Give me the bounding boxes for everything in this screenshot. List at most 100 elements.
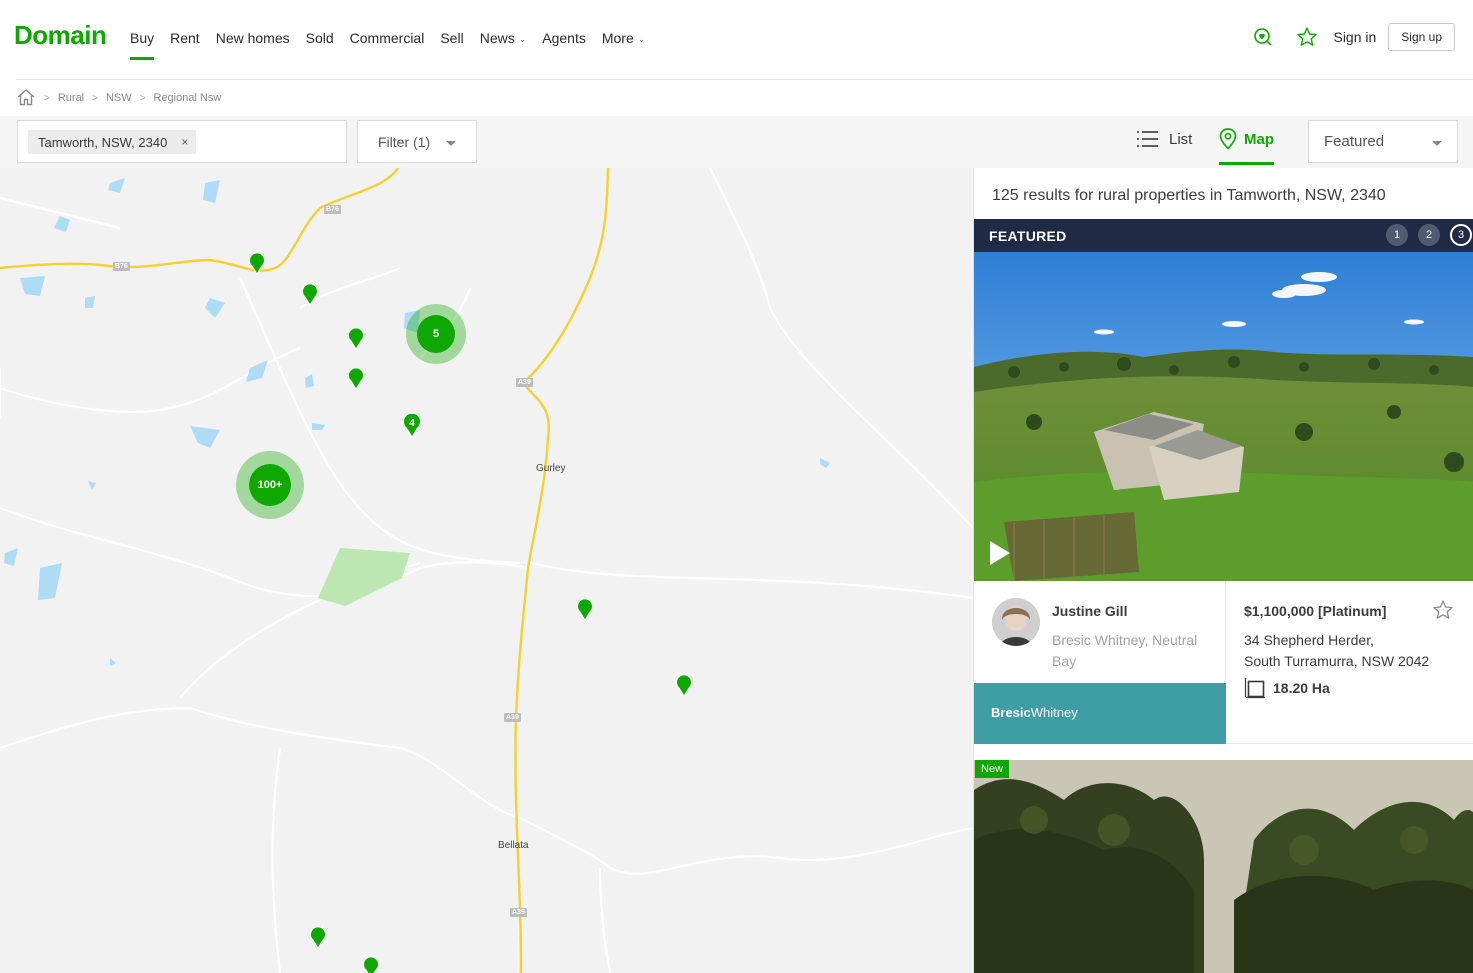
featured-pager: 1 2 3 [1386, 224, 1472, 246]
chevron-right-icon: > [92, 92, 98, 104]
list-label: List [1169, 130, 1193, 148]
map-pin-icon[interactable] [362, 957, 380, 973]
remove-chip-icon[interactable]: × [181, 135, 188, 149]
cluster-count: 5 [417, 315, 455, 353]
land-size-value: 18.20 Ha [1273, 680, 1330, 696]
site-header: Domain Buy Rent New homes Sold Commercia… [0, 0, 1473, 80]
map-view-toggle[interactable]: Map [1219, 128, 1274, 165]
pager-dot-3[interactable]: 3 [1450, 224, 1472, 246]
land-size: 18.20 Ha [1244, 677, 1330, 699]
sign-up-button[interactable]: Sign up [1388, 23, 1455, 51]
road-label: B76 [113, 262, 130, 271]
listing-card[interactable]: Justine Gill Bresic Whitney, Neutral Bay… [974, 581, 1473, 744]
address-line-2: South Turramurra, NSW 2042 [1244, 653, 1430, 669]
map-pin-count[interactable]: 4 [402, 414, 422, 438]
saved-search-icon[interactable] [1241, 22, 1285, 52]
listing-address[interactable]: 34 Shepherd Herder, South Turramurra, NS… [1244, 630, 1464, 672]
map-cluster[interactable]: 100+ [236, 451, 304, 519]
sort-select[interactable]: Featured [1308, 120, 1458, 163]
featured-label: FEATURED [989, 228, 1067, 244]
nav-new-homes[interactable]: New homes [208, 30, 298, 60]
main-nav: Buy Rent New homes Sold Commercial Sell … [130, 30, 653, 60]
header-actions: Sign in Sign up [1241, 22, 1455, 52]
cluster-count: 100+ [249, 464, 291, 506]
breadcrumb-regional-nsw[interactable]: Regional Nsw [154, 92, 222, 104]
nav-buy-label: Buy [130, 30, 155, 46]
breadcrumb-nsw[interactable]: NSW [106, 92, 132, 104]
results-panel: 125 results for rural properties in Tamw… [973, 168, 1473, 973]
listing-photo[interactable] [974, 252, 1473, 581]
sort-value: Featured [1324, 133, 1385, 150]
new-listing-badge: New [975, 760, 1010, 778]
agency-logo-bold: Bresic [991, 705, 1031, 720]
nav-buy[interactable]: Buy [130, 30, 162, 60]
filter-label: Filter (1) [378, 133, 431, 150]
nav-rent-label: Rent [170, 30, 200, 46]
map-canvas [0, 168, 973, 973]
road-label: B76 [324, 205, 341, 214]
map-pin-icon[interactable] [347, 368, 365, 390]
home-icon[interactable] [16, 88, 36, 109]
play-video-icon[interactable] [988, 540, 1012, 566]
map-pin-icon[interactable] [576, 599, 594, 621]
nav-news[interactable]: News ⌄ [472, 30, 535, 60]
chevron-down-icon: ⌄ [518, 34, 527, 44]
location-chip-label: Tamworth, NSW, 2340 [38, 134, 168, 150]
agent-section[interactable]: Justine Gill Bresic Whitney, Neutral Bay… [974, 581, 1226, 744]
breadcrumb-rural[interactable]: Rural [58, 92, 84, 104]
nav-more-label: More [601, 30, 634, 46]
agency-banner[interactable]: BresicWhitney [974, 683, 1226, 744]
map-pin-icon[interactable] [248, 253, 266, 275]
sign-in-link[interactable]: Sign in [1333, 29, 1376, 45]
next-property-photo-image [974, 760, 1473, 973]
nav-sell-label: Sell [440, 30, 464, 46]
nav-rent[interactable]: Rent [162, 30, 208, 60]
nav-commercial-label: Commercial [349, 30, 425, 46]
property-photo-image [974, 252, 1473, 581]
agent-office: Bresic Whitney, Neutral Bay [1052, 632, 1198, 669]
results-count: 125 results for rural properties in Tamw… [992, 187, 1386, 204]
search-toolbar: Tamworth, NSW, 2340 × Filter (1) List Ma… [0, 116, 1473, 168]
pager-dot-2[interactable]: 2 [1418, 224, 1440, 246]
location-search-input[interactable]: Tamworth, NSW, 2340 × [17, 120, 347, 163]
breadcrumb: > Rural > NSW > Regional Nsw [16, 88, 221, 108]
agent-name[interactable]: Justine Gill [1052, 603, 1127, 619]
nav-news-label: News [479, 30, 515, 46]
list-view-toggle[interactable]: List [1137, 130, 1192, 148]
map-pin-icon[interactable] [347, 328, 365, 350]
header-divider [16, 79, 1473, 80]
nav-sold-label: Sold [305, 30, 334, 46]
road-label: A39 [510, 908, 527, 917]
pin-count-label: 4 [409, 418, 415, 429]
map-label: Map [1244, 130, 1274, 148]
next-listing-photo[interactable]: New [974, 760, 1473, 973]
town-label: Gurley [536, 463, 566, 474]
shortlist-star-icon[interactable] [1432, 599, 1454, 626]
nav-commercial[interactable]: Commercial [342, 30, 433, 60]
land-size-icon [1244, 678, 1265, 699]
list-icon [1137, 131, 1158, 147]
nav-sell[interactable]: Sell [432, 30, 471, 60]
shortlist-star-icon[interactable] [1285, 22, 1329, 52]
featured-bar: FEATURED 1 2 3 [974, 219, 1473, 252]
map-pin-icon[interactable] [301, 284, 319, 306]
listing-details[interactable]: $1,100,000 [Platinum] 34 Shepherd Herder… [1226, 581, 1473, 744]
location-chip: Tamworth, NSW, 2340 × [28, 130, 197, 154]
map-pin-icon[interactable] [309, 927, 327, 949]
listing-price: $1,100,000 [Platinum] [1244, 603, 1387, 619]
map-cluster[interactable]: 5 [406, 304, 466, 364]
chevron-right-icon: > [139, 92, 146, 104]
results-map[interactable]: B76 B76 A39 A39 A39 Gurley Bellata 4 5 1… [0, 168, 973, 973]
nav-more[interactable]: More ⌄ [594, 30, 653, 60]
agent-avatar [992, 598, 1040, 646]
filter-button[interactable]: Filter (1) [357, 120, 477, 163]
agency-logo: BresicWhitney [991, 705, 1078, 720]
nav-sold[interactable]: Sold [298, 30, 342, 60]
map-pin-icon [1219, 128, 1237, 150]
nav-agents[interactable]: Agents [534, 30, 594, 60]
address-line-1: 34 Shepherd Herder, [1244, 632, 1374, 648]
chevron-down-icon: ⌄ [637, 34, 646, 44]
domain-logo[interactable]: Domain [14, 20, 107, 51]
map-pin-icon[interactable] [675, 675, 693, 697]
pager-dot-1[interactable]: 1 [1386, 224, 1408, 246]
